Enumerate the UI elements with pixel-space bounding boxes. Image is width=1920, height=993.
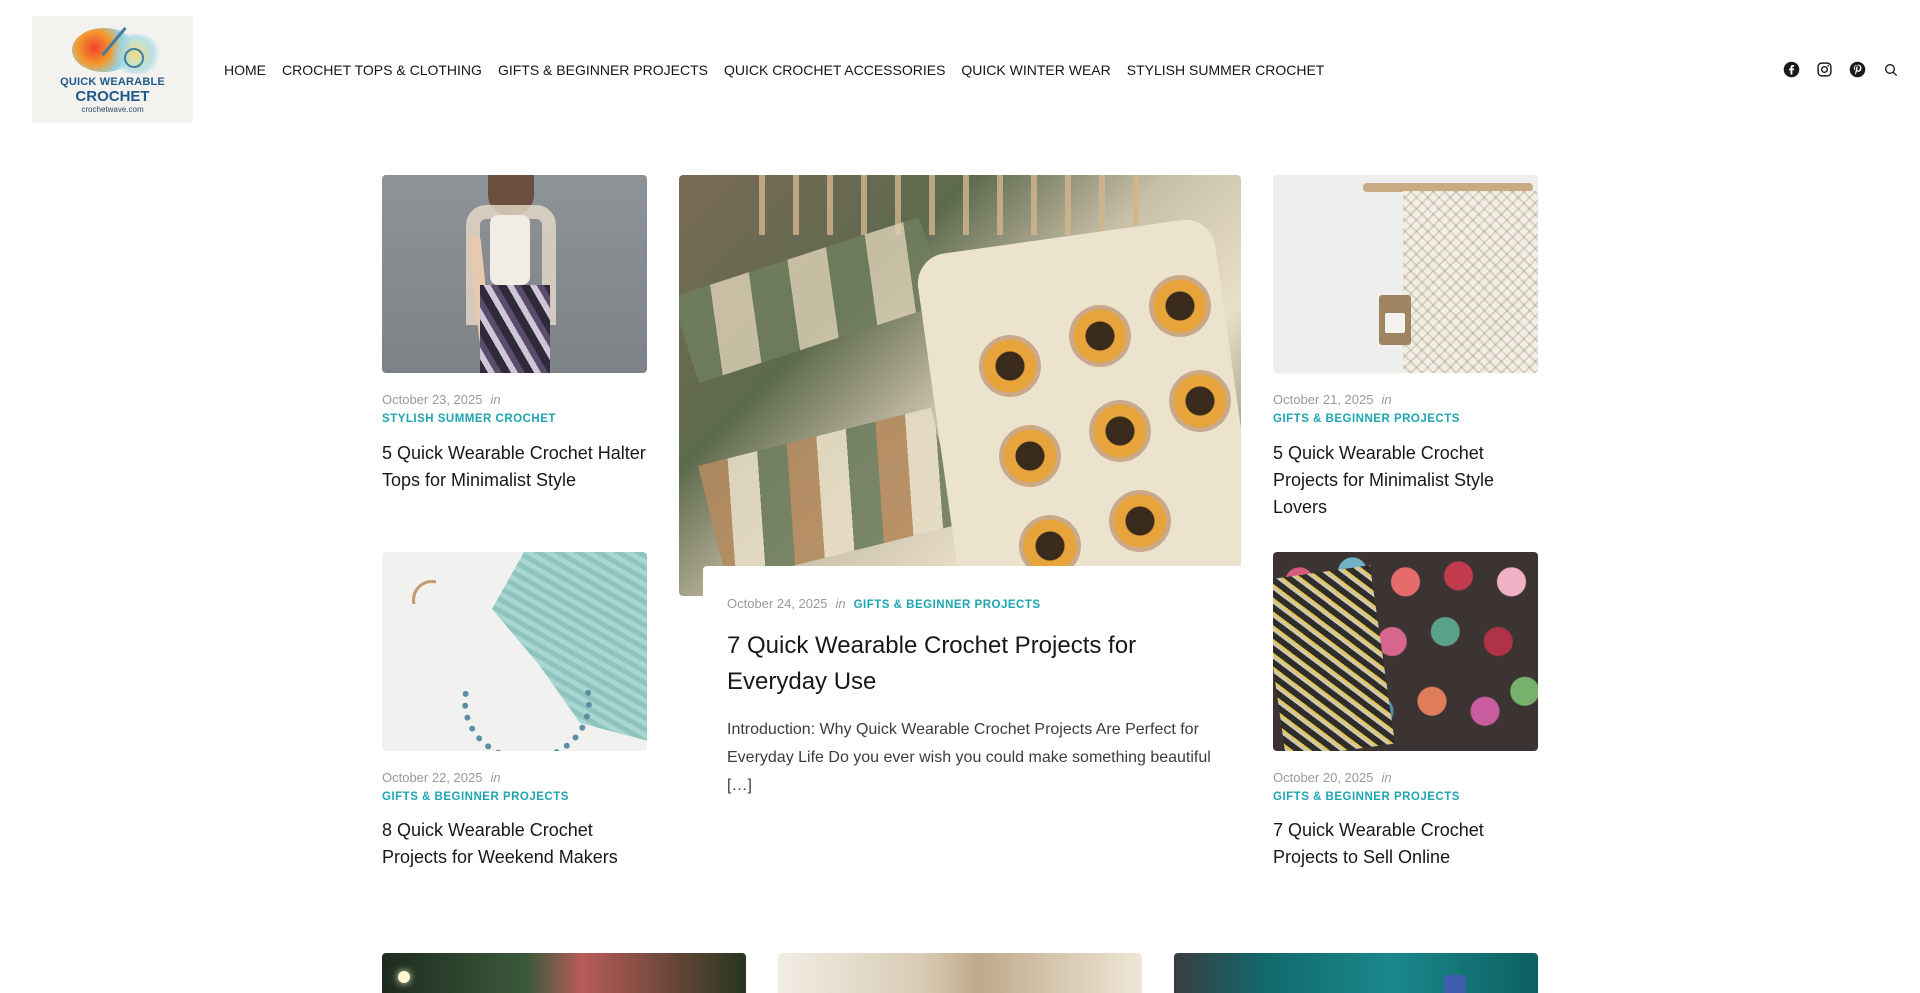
post-date: October 20, 2025 [1273, 770, 1374, 785]
post-title-link[interactable]: 5 Quick Wearable Crochet Halter Tops for… [382, 440, 647, 494]
featured-post-excerpt: Introduction: Why Quick Wearable Crochet… [727, 721, 1211, 794]
featured-post-meta: October 24, 2025 in GIFTS & BEGINNER PROJE… [727, 596, 1041, 611]
facebook-icon[interactable] [1782, 60, 1801, 79]
featured-post-image[interactable] [679, 175, 1241, 596]
yarn-loop-icon [124, 48, 144, 68]
post-meta: October 20, 2025 in [1273, 770, 1392, 785]
post-meta: October 22, 2025 in [382, 770, 501, 785]
post-meta: October 23, 2025 in [382, 392, 501, 407]
post-thumbnail-halter-tops[interactable] [382, 175, 647, 373]
hangers-shape [759, 175, 1159, 235]
post-title-link[interactable]: 8 Quick Wearable Crochet Projects for We… [382, 817, 647, 871]
post-thumbnail-minimalist-lovers[interactable] [1273, 175, 1538, 373]
striped-bag-shape [679, 217, 947, 383]
macrame-knots-shape [1403, 191, 1538, 373]
instagram-icon[interactable] [1815, 60, 1834, 79]
post-category-link[interactable]: GIFTS & BEGINNER PROJECTS [1273, 791, 1460, 803]
sunflower-motif [1089, 400, 1151, 462]
post-category-link[interactable]: GIFTS & BEGINNER PROJECTS [1273, 413, 1460, 425]
featured-post-date: October 24, 2025 [727, 596, 828, 611]
post-category-link[interactable]: GIFTS & BEGINNER PROJECTS [382, 791, 569, 803]
in-label: in [490, 392, 501, 407]
sunflower-motif [1169, 370, 1231, 432]
site-logo[interactable]: QUICK WEARABLE CROCHET crochetwave.com [32, 16, 193, 123]
tank-top-shape [490, 215, 530, 285]
post-title-link[interactable]: 5 Quick Wearable Crochet Projects for Mi… [1273, 440, 1538, 521]
featured-post-title-link[interactable]: 7 Quick Wearable Crochet Projects for Ev… [727, 628, 1207, 700]
in-label: in [835, 596, 846, 611]
post-meta: October 21, 2025 in [1273, 392, 1392, 407]
sunflower-motif [979, 335, 1041, 397]
nav-item-home[interactable]: HOME [224, 60, 266, 80]
sunflower-motif [1149, 275, 1211, 337]
logo-domain-text: crochetwave.com [81, 105, 144, 114]
scissors-shape [412, 580, 436, 604]
search-icon[interactable] [1881, 60, 1900, 79]
logo-text-line2: CROCHET [75, 88, 150, 105]
nav-item-stylish-summer-crochet[interactable]: STYLISH SUMMER CROCHET [1127, 60, 1325, 80]
main-navigation: HOME CROCHET TOPS & CLOTHING GIFTS & BEG… [224, 60, 1340, 80]
blue-object-shape [1444, 975, 1466, 993]
featured-post-category-link[interactable]: GIFTS & BEGINNER PROJECTS [854, 599, 1041, 611]
post-title-link[interactable]: 7 Quick Wearable Crochet Projects to Sel… [1273, 817, 1538, 871]
post-thumbnail-bottom-3[interactable] [1174, 953, 1538, 993]
in-label: in [1381, 770, 1392, 785]
post-category-link[interactable]: STYLISH SUMMER CROCHET [382, 413, 556, 425]
post-date: October 23, 2025 [382, 392, 483, 407]
post-thumbnail-bottom-1[interactable] [382, 953, 746, 993]
sunflower-motif [1069, 305, 1131, 367]
nav-item-quick-winter-wear[interactable]: QUICK WINTER WEAR [961, 60, 1110, 80]
post-thumbnail-sell-online[interactable] [1273, 552, 1538, 751]
price-tag-shape [1379, 295, 1411, 345]
nav-item-quick-crochet-accessories[interactable]: QUICK CROCHET ACCESSORIES [724, 60, 945, 80]
skirt-shape [480, 285, 550, 373]
nav-item-gifts-beginner-projects[interactable]: GIFTS & BEGINNER PROJECTS [498, 60, 708, 80]
striped-bag-shape-2 [698, 407, 960, 583]
in-label: in [1381, 392, 1392, 407]
site-header: QUICK WEARABLE CROCHET crochetwave.com H… [0, 0, 1920, 140]
in-label: in [490, 770, 501, 785]
post-date: October 22, 2025 [382, 770, 483, 785]
sunflower-motif [999, 425, 1061, 487]
pinterest-icon[interactable] [1848, 60, 1867, 79]
post-thumbnail-weekend-makers[interactable] [382, 552, 647, 751]
sunflower-motif [1109, 490, 1171, 552]
light-bulb-shape [398, 971, 410, 983]
nav-item-crochet-tops-clothing[interactable]: CROCHET TOPS & CLOTHING [282, 60, 482, 80]
social-links [1782, 60, 1900, 79]
logo-text-line1: QUICK WEARABLE [60, 76, 165, 88]
post-thumbnail-bottom-2[interactable] [778, 953, 1142, 993]
post-date: October 21, 2025 [1273, 392, 1374, 407]
